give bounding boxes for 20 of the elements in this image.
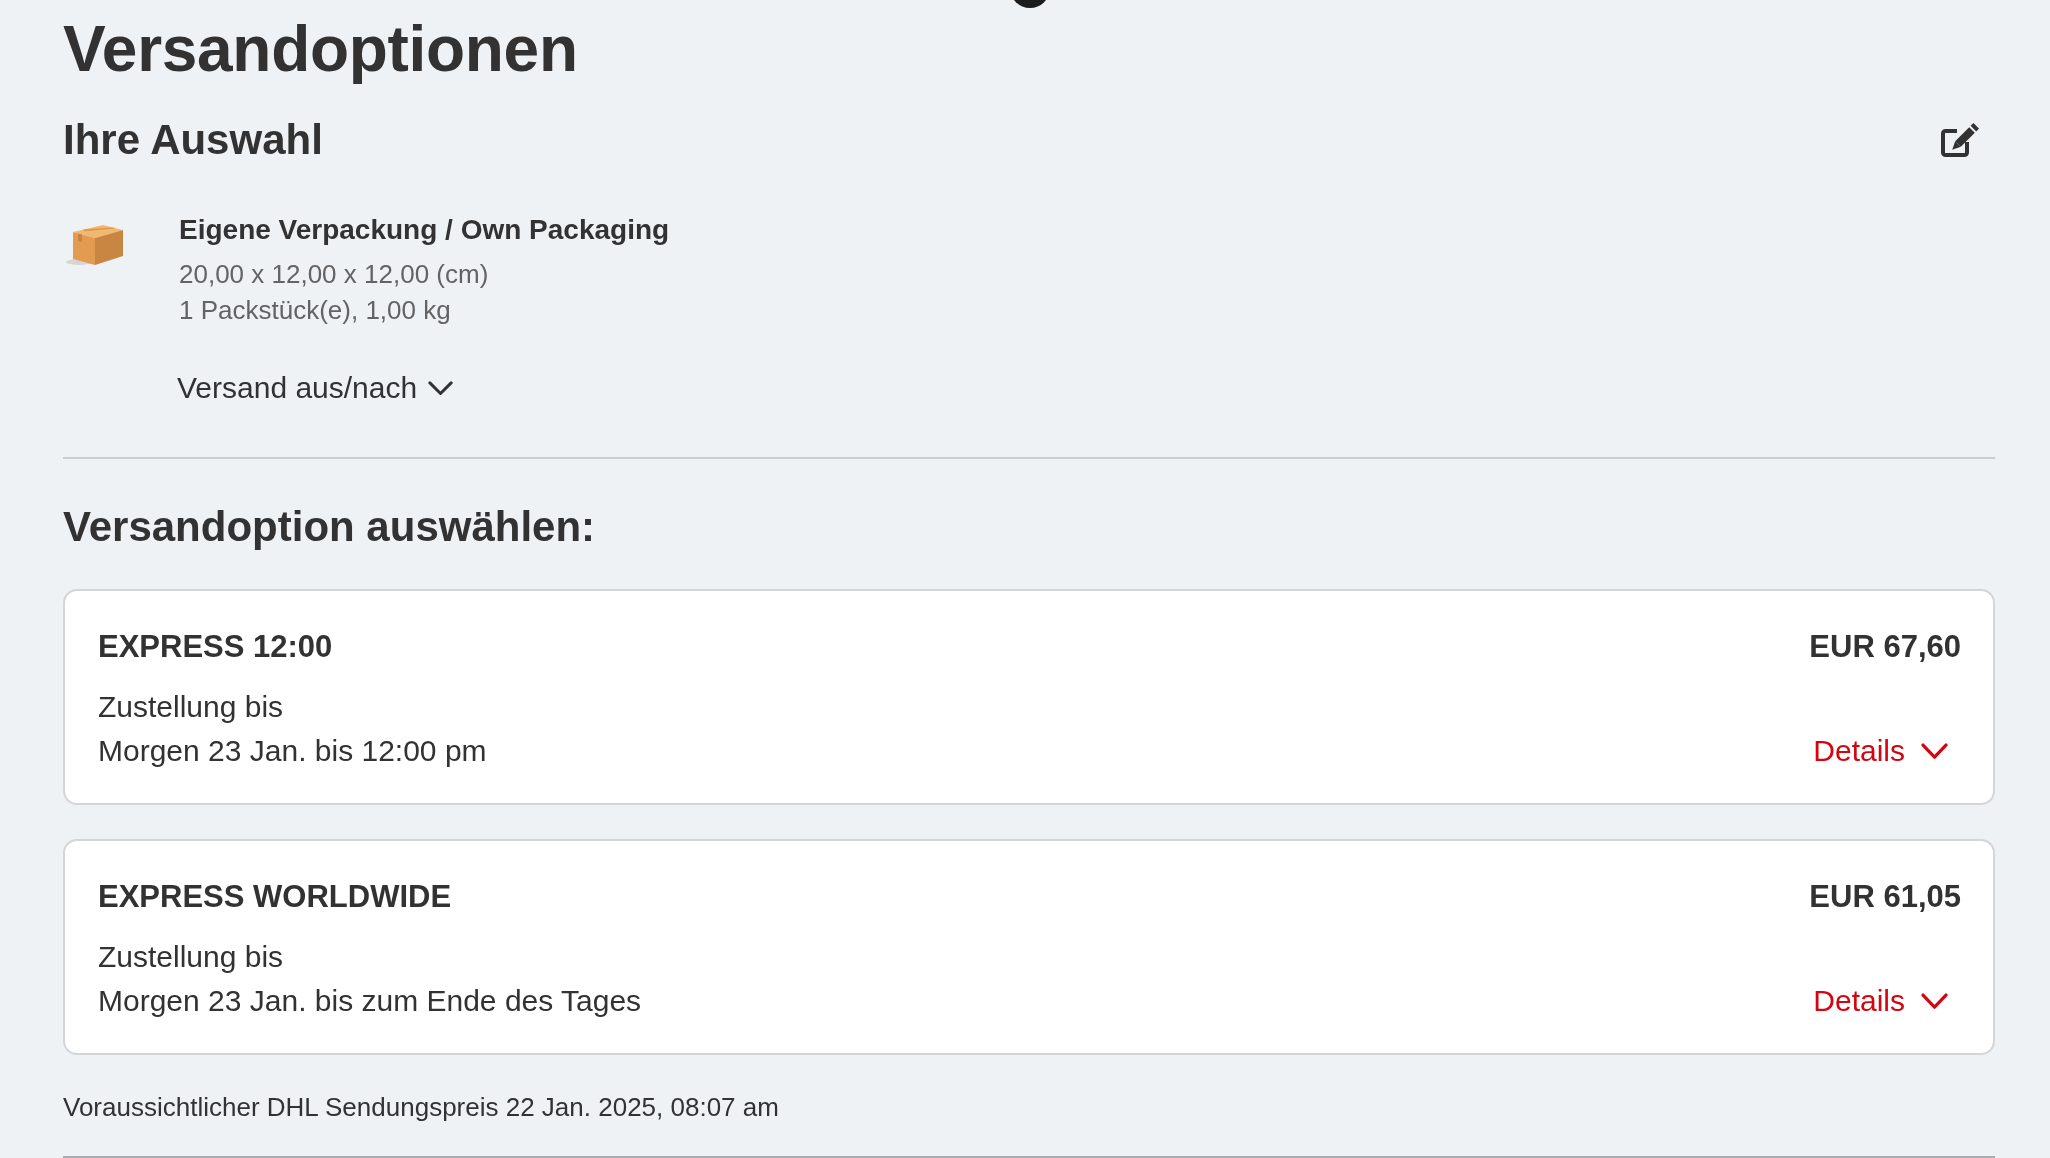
section-heading: Ihre Auswahl bbox=[63, 115, 323, 165]
package-pieces-weight: 1 Packstück(e), 1,00 kg bbox=[179, 294, 451, 327]
package-dimensions: 20,00 x 12,00 x 12,00 (cm) bbox=[179, 258, 489, 291]
option-price: EUR 61,05 bbox=[1809, 878, 1961, 915]
package-name: Eigene Verpackung / Own Packaging bbox=[179, 213, 670, 247]
shipping-option-card[interactable]: EXPRESS 12:00 EUR 67,60 Zustellung bis Morgen 23 Jan. bis 12:00 pm Details bbox=[63, 589, 1995, 805]
price-note: Voraussichtlicher DHL Sendungspreis 22 Jan. 2025, 08:07 am bbox=[63, 1091, 779, 1124]
delivery-label: Zustellung bis bbox=[98, 689, 284, 725]
delivery-time: Morgen 23 Jan. bis 12:00 pm bbox=[98, 733, 487, 769]
delivery-time: Morgen 23 Jan. bis zum Ende des Tages bbox=[98, 983, 642, 1019]
option-name: EXPRESS 12:00 bbox=[98, 628, 333, 665]
delivery-label: Zustellung bis bbox=[98, 939, 284, 975]
option-price: EUR 67,60 bbox=[1809, 628, 1961, 665]
details-toggle[interactable]: Details bbox=[1813, 979, 1961, 1023]
details-toggle[interactable]: Details bbox=[1813, 729, 1961, 773]
option-name: EXPRESS WORLDWIDE bbox=[98, 878, 452, 915]
section-heading: Versandoption auswählen: bbox=[63, 502, 596, 552]
shipping-option-card[interactable]: EXPRESS WORLDWIDE EUR 61,05 Zustellung bis Morgen 23 Jan. bis zum Ende des Tages Details bbox=[63, 839, 1995, 1055]
page-title: Versandoptionen bbox=[63, 12, 578, 86]
route-toggle[interactable]: Versand aus/nach bbox=[177, 370, 454, 406]
